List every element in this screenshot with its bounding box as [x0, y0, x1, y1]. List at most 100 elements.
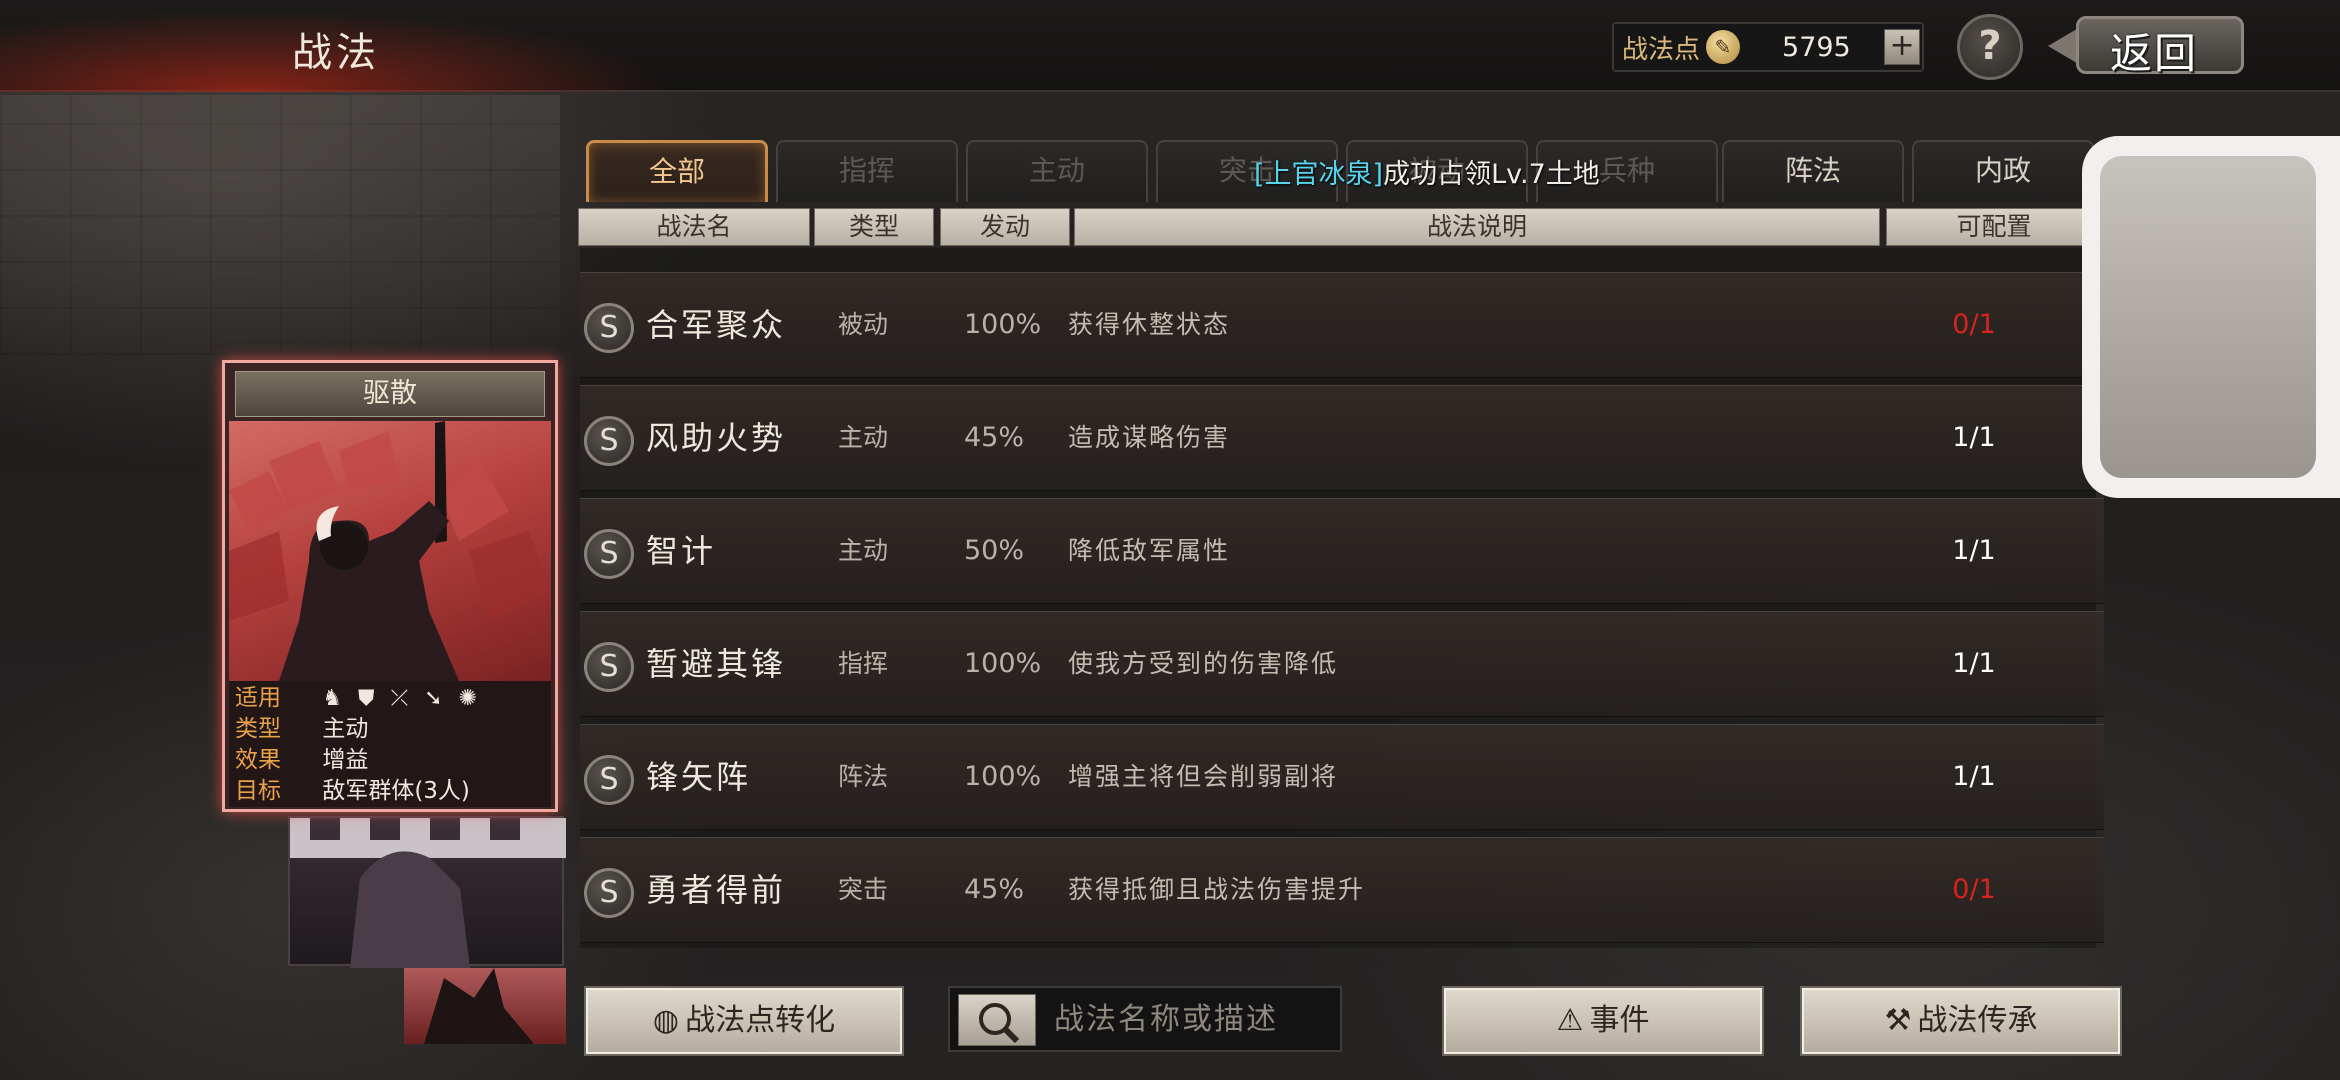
- grade-badge: S: [584, 416, 634, 466]
- skill-rate: 100%: [964, 309, 1042, 340]
- skill-type: 指挥: [838, 649, 889, 678]
- grade-badge: S: [584, 642, 634, 692]
- notice-player-name: [上官冰泉]: [1254, 159, 1384, 190]
- skill-configurable: 1/1: [1952, 422, 1996, 453]
- header-name[interactable]: 战法名: [578, 208, 810, 246]
- card-info: 适用 ♞ ⛊ ⤫ ➘ ✺ 类型 主动 效果 增益 目标 敌军群体(3人): [229, 681, 551, 807]
- skill-list[interactable]: S 合军聚众 被动 100% 获得休整状态 0/1 S 风助火势 主动 45% …: [580, 248, 2104, 948]
- skill-row[interactable]: S 合军聚众 被动 100% 获得休整状态 0/1: [580, 272, 2104, 378]
- skill-rate: 45%: [964, 874, 1025, 905]
- skill-name: 锋矢阵: [646, 758, 752, 796]
- search-placeholder: 战法名称或描述: [1054, 1002, 1278, 1037]
- tab-internal[interactable]: 内政: [1912, 140, 2094, 202]
- help-button[interactable]: ?: [1957, 14, 2023, 80]
- grade-badge: S: [584, 868, 634, 918]
- warrior-silhouette-image: [229, 421, 551, 681]
- tab-command[interactable]: 指挥: [776, 140, 958, 202]
- skill-row[interactable]: S 智计 主动 50% 降低敌军属性 1/1: [580, 498, 2104, 604]
- skill-card-back[interactable]: [288, 816, 566, 968]
- header-configurable[interactable]: 可配置: [1886, 208, 2102, 246]
- top-bar: 战法 战法点 ✎ 5795 + ? 返回: [0, 0, 2340, 92]
- skill-points-box: 战法点 ✎ 5795 +: [1612, 22, 1924, 72]
- hammer-icon: ⚒: [1884, 1003, 1912, 1038]
- search-box[interactable]: 战法名称或描述: [948, 986, 1342, 1052]
- skill-points-icon: ✎: [1706, 30, 1741, 64]
- skill-name: 风助火势: [646, 419, 787, 457]
- skill-desc: 造成谋略伤害: [1068, 423, 1231, 452]
- tab-formation[interactable]: 阵法: [1722, 140, 1904, 202]
- skill-row[interactable]: S 锋矢阵 阵法 100% 增强主将但会削弱副将 1/1: [580, 724, 2104, 830]
- skill-card[interactable]: 驱散 适用 ♞ ⛊ ⤫ ➘ ✺ 类型 主动 效果 增益 目标 敌军群体(3人): [222, 360, 558, 812]
- cavalry-icon: ♞: [322, 686, 343, 711]
- shield-icon: ⛊: [358, 686, 375, 711]
- skill-type: 被动: [838, 310, 889, 339]
- skill-rate: 100%: [964, 648, 1042, 679]
- events-label: 事件: [1589, 1003, 1650, 1038]
- skill-configurable: 0/1: [1952, 874, 1996, 905]
- back-label: 返回: [2110, 29, 2199, 78]
- skill-rate: 100%: [964, 761, 1042, 792]
- type-label: 类型: [235, 716, 281, 742]
- card-art: [229, 421, 551, 681]
- inherit-label: 战法传承: [1917, 1003, 2038, 1038]
- skill-desc: 增强主将但会削弱副将: [1068, 762, 1339, 791]
- skill-type: 突击: [838, 875, 889, 904]
- card-type: 主动: [322, 716, 369, 742]
- skill-desc: 获得抵御且战法伤害提升: [1068, 875, 1366, 904]
- header-rate[interactable]: 发动: [940, 208, 1070, 246]
- back-button[interactable]: 返回: [2048, 12, 2248, 80]
- spear-icon: ➘: [424, 686, 443, 711]
- grade-badge: S: [584, 755, 634, 805]
- warrior-image: [424, 968, 534, 1044]
- points-convert-icon: ◍: [652, 1003, 680, 1038]
- skill-name: 暂避其锋: [646, 645, 787, 683]
- tab-all[interactable]: 全部: [586, 140, 768, 202]
- broadcast-notice: [上官冰泉]成功占领Lv.7土地: [1254, 152, 1600, 191]
- camera-thumbnail[interactable]: [2082, 136, 2340, 498]
- units-label: 适用: [235, 685, 281, 711]
- page-title: 战法: [292, 30, 380, 76]
- skill-points-label: 战法点: [1622, 34, 1701, 65]
- header-type[interactable]: 类型: [814, 208, 934, 246]
- wheel-icon: ✺: [458, 686, 478, 711]
- notice-text: 成功占领Lv.7土地: [1383, 159, 1600, 190]
- convert-points-button[interactable]: ◍ 战法点转化: [584, 986, 904, 1056]
- silhouette-image: [290, 818, 566, 968]
- skill-desc: 使我方受到的伤害降低: [1068, 649, 1339, 678]
- bow-icon: ⤫: [390, 686, 409, 711]
- header-desc: 战法说明: [1074, 208, 1880, 246]
- skill-desc: 降低敌军属性: [1068, 536, 1231, 565]
- add-points-button[interactable]: +: [1884, 29, 1921, 65]
- effect-label: 效果: [235, 747, 281, 773]
- card-target: 敌军群体(3人): [322, 778, 470, 804]
- title-glow: [0, 0, 780, 92]
- skill-row[interactable]: S 风助火势 主动 45% 造成谋略伤害 1/1: [580, 385, 2104, 491]
- grade-badge: S: [584, 303, 634, 353]
- skill-configurable: 1/1: [1952, 648, 1996, 679]
- card-effect: 增益: [322, 747, 369, 773]
- tab-active[interactable]: 主动: [966, 140, 1148, 202]
- inherit-skill-button[interactable]: ⚒ 战法传承: [1800, 986, 2122, 1056]
- skill-points-value: 5795: [1782, 31, 1851, 63]
- skill-type: 主动: [838, 536, 889, 565]
- skill-name: 勇者得前: [646, 871, 787, 909]
- skill-type: 主动: [838, 423, 889, 452]
- convert-label: 战法点转化: [685, 1003, 836, 1038]
- skill-row[interactable]: S 勇者得前 突击 45% 获得抵御且战法伤害提升 0/1: [580, 837, 2104, 943]
- grade-badge: S: [584, 529, 634, 579]
- skill-configurable: 1/1: [1952, 535, 1996, 566]
- alert-icon: ⚠: [1556, 1003, 1584, 1038]
- skill-name: 合军聚众: [646, 306, 787, 344]
- skill-configurable: 0/1: [1952, 309, 1996, 340]
- skill-row[interactable]: S 暂避其锋 指挥 100% 使我方受到的伤害降低 1/1: [580, 611, 2104, 717]
- search-button[interactable]: [958, 994, 1036, 1046]
- target-label: 目标: [235, 778, 281, 804]
- background-wall: [0, 95, 560, 355]
- card-title: 驱散: [235, 371, 545, 417]
- skill-rate: 50%: [964, 535, 1025, 566]
- skill-rate: 45%: [964, 422, 1025, 453]
- skill-configurable: 1/1: [1952, 761, 1996, 792]
- events-button[interactable]: ⚠ 事件: [1442, 986, 1764, 1056]
- search-icon: [979, 1003, 1020, 1044]
- skill-card-back-2[interactable]: [404, 968, 566, 1044]
